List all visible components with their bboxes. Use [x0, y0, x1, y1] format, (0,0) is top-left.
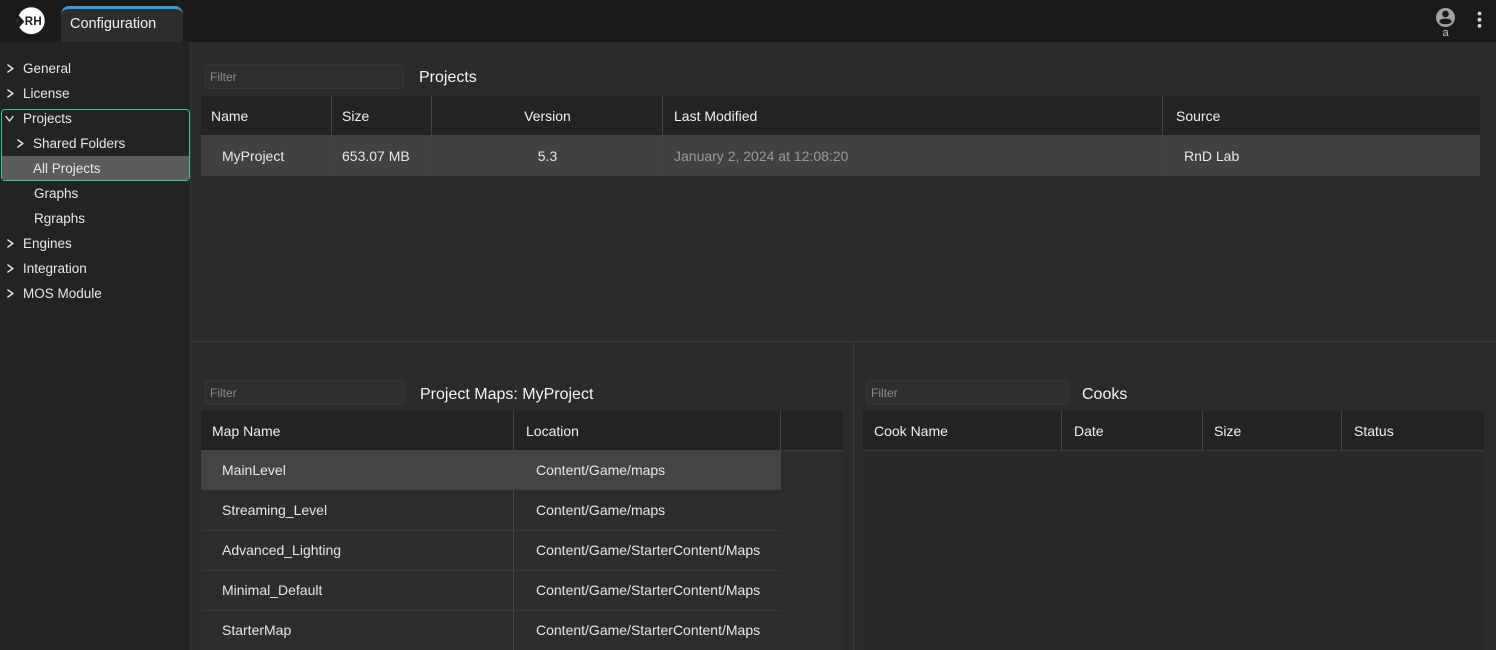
svg-text:RH: RH [25, 16, 42, 28]
